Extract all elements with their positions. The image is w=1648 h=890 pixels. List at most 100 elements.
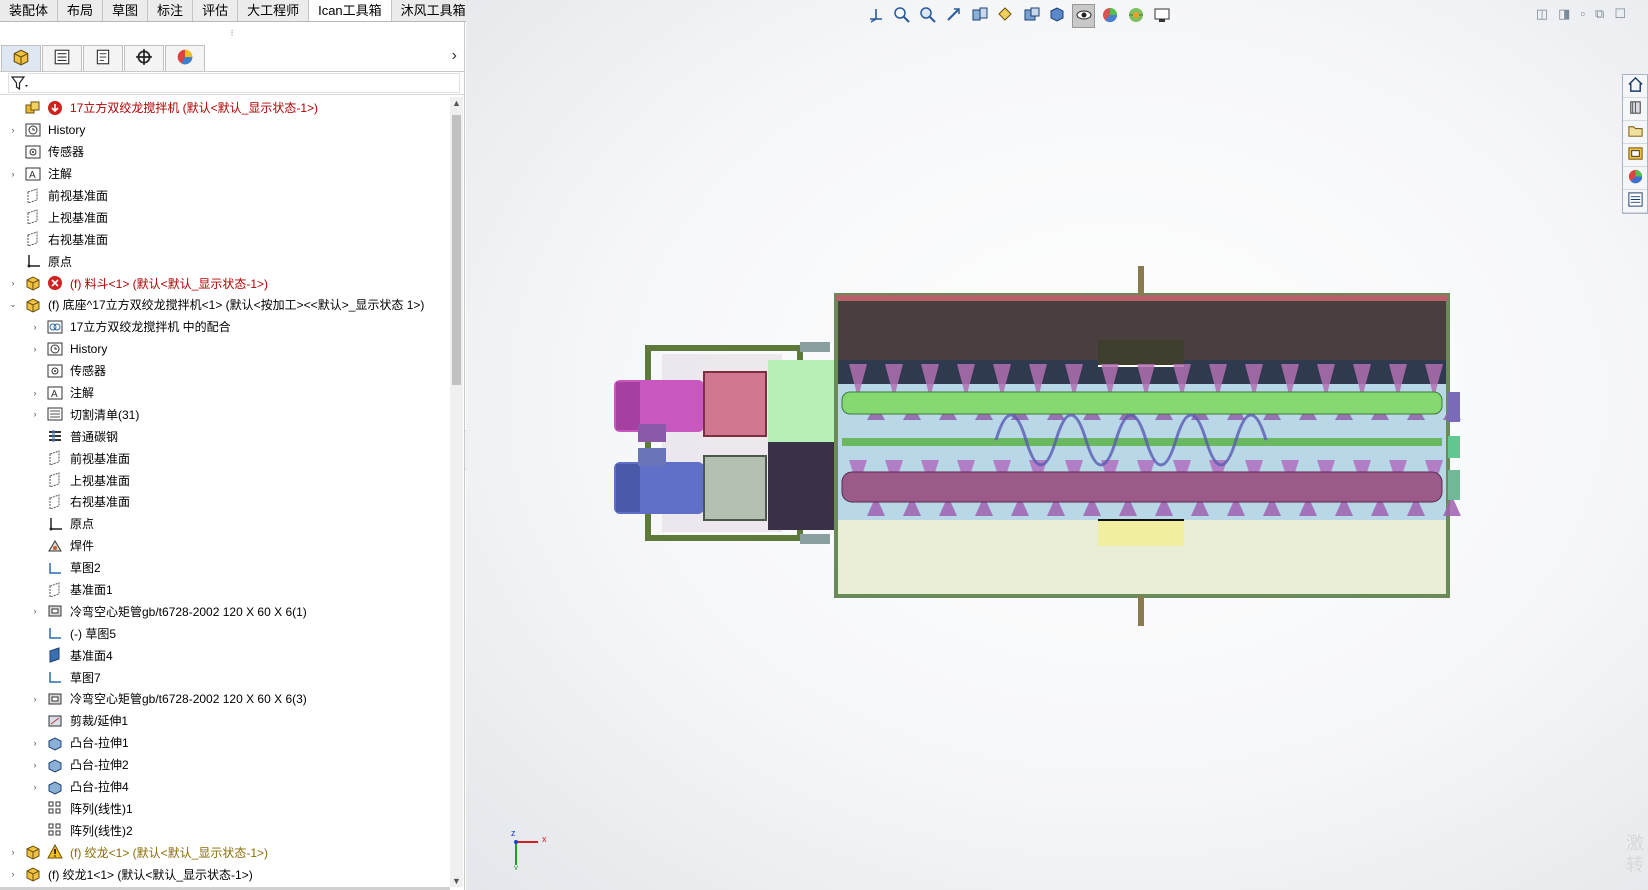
apply-scene-button[interactable] [1124,4,1147,28]
hide-show-items-button[interactable] [1072,4,1095,28]
command-tab[interactable]: 标注 [148,0,194,21]
tree-item[interactable]: › (f) 料斗<1> (默认<默认_显示状态-1>) [0,272,450,294]
appearances-tab[interactable] [1623,167,1647,190]
tree-item[interactable]: ⌄ (f) 底座^17立方双绞龙搅拌机<1> (默认<按加工><<默认>_显示状态… [0,294,450,316]
expand-arrow-icon[interactable]: › [30,388,40,398]
collapse-arrow-icon[interactable]: ⌄ [8,299,18,310]
property-manager-tab[interactable] [42,44,82,71]
dynamic-annotation-button[interactable] [994,4,1017,28]
tree-scrollbar[interactable]: ▲ ▼ [450,97,463,887]
command-tab[interactable]: Ican工具箱 [309,0,392,21]
scroll-up-arrow-icon[interactable]: ▲ [452,98,461,108]
expand-arrow-icon[interactable]: › [30,760,40,770]
expand-arrow-icon[interactable]: › [8,847,18,857]
tree-item[interactable]: › (f) 绞龙<1> (默认<默认_显示状态-1>) [0,841,450,863]
file-explorer-tab[interactable] [1623,121,1647,144]
filter-icon[interactable] [11,75,31,91]
viewport-window-control[interactable]: ☐ [1614,6,1626,22]
tree-item[interactable]: › A 注解 [0,163,450,185]
tree-item[interactable]: 基准面4 [0,644,450,666]
configuration-manager-tab[interactable] [83,44,123,71]
tree-item[interactable]: › 17立方双绞龙搅拌机 中的配合 [0,316,450,338]
expand-arrow-icon[interactable]: › [8,169,18,179]
tree-item[interactable]: › 冷弯空心矩管gb/t6728-2002 120 X 60 X 6(1) [0,600,450,622]
command-tab[interactable]: 评估 [193,0,239,21]
tree-item[interactable]: 草图7 [0,666,450,688]
warning-icon [46,843,64,861]
command-tab[interactable]: 布局 [58,0,104,21]
standard-views-triad-button[interactable] [864,4,887,28]
tree-item[interactable]: › History [0,338,450,360]
boss-extrude-icon [46,778,64,796]
tree-item[interactable]: › 凸台-拉伸2 [0,754,450,776]
tree-item[interactable]: 右视基准面 [0,491,450,513]
expand-arrow-icon[interactable]: › [30,782,40,792]
tree-item[interactable]: 阵列(线性)2 [0,819,450,841]
expand-arrow-icon[interactable]: › [8,125,18,135]
expand-arrow-icon[interactable]: › [30,606,40,616]
tree-item[interactable]: (-) 草图5 [0,622,450,644]
tree-item[interactable]: › A 注解 [0,382,450,404]
command-tab[interactable]: 沐风工具箱 [391,0,476,21]
upper-auger-shaft [841,391,1443,415]
tree-item[interactable]: › 冷弯空心矩管gb/t6728-2002 120 X 60 X 6(3) [0,688,450,710]
graphics-area[interactable]: ◫ ◨ ▫ ⧉ ☐ x z y 激转 [466,0,1648,890]
view-settings-button[interactable] [1150,4,1173,28]
tree-item[interactable]: 阵列(线性)1 [0,798,450,820]
tree-item[interactable]: 右视基准面 [0,228,450,250]
tree-item[interactable]: 原点 [0,250,450,272]
display-manager-tab[interactable] [165,44,205,71]
scroll-thumb[interactable] [452,115,461,385]
tree-item[interactable]: › 切割清单(31) [0,403,450,425]
tree-item[interactable]: 前视基准面 [0,447,450,469]
tree-item[interactable]: 上视基准面 [0,206,450,228]
display-style-button[interactable] [1046,4,1069,28]
home-tab[interactable] [1623,75,1647,98]
command-tab[interactable]: 草图 [103,0,149,21]
zoom-to-area-button[interactable] [916,4,939,28]
custom-properties-tab[interactable] [1623,190,1647,213]
viewport-window-control[interactable]: ◫ [1536,6,1548,22]
tree-item[interactable]: › 凸台-拉伸4 [0,776,450,798]
zoom-to-fit-button[interactable] [890,4,913,28]
viewport-window-control[interactable]: ◨ [1558,6,1570,22]
tree-item[interactable]: 上视基准面 [0,469,450,491]
tree-item[interactable]: 剪裁/延伸1 [0,710,450,732]
panel-grip[interactable]: ⁝ [0,22,464,44]
tree-item[interactable]: › 凸台-拉伸1 [0,732,450,754]
command-tab[interactable]: 大工程师 [238,0,310,21]
view-palette-tab[interactable] [1623,144,1647,167]
tree-item[interactable]: › (f) 绞龙1<1> (默认<默认_显示状态-1>) [0,863,450,885]
tree-item[interactable]: 前视基准面 [0,185,450,207]
viewport-window-control[interactable]: ▫ [1580,6,1585,22]
expand-arrow-icon[interactable]: › [30,738,40,748]
tree-item[interactable]: › History [0,119,450,141]
previous-view-button[interactable] [942,4,965,28]
expand-arrow-icon[interactable]: › [30,409,40,419]
feature-manager-tab[interactable] [1,44,41,71]
tree-item[interactable]: 17立方双绞龙搅拌机 (默认<默认_显示状态-1>) [0,97,450,119]
command-tab[interactable]: 装配体 [0,0,59,21]
tree-item[interactable]: 传感器 [0,141,450,163]
design-library-tab[interactable] [1623,98,1647,121]
expand-arrow-icon[interactable]: › [8,869,18,879]
scroll-down-arrow-icon[interactable]: ▼ [452,876,461,886]
tree-item[interactable]: 普通碳钢 [0,425,450,447]
tree-item[interactable]: 原点 [0,513,450,535]
section-view-button[interactable] [968,4,991,28]
viewport-window-control[interactable]: ⧉ [1595,6,1604,22]
edit-appearance-button[interactable] [1098,4,1121,28]
expand-arrow-icon[interactable]: › [30,694,40,704]
expand-arrow-icon[interactable]: › [30,322,40,332]
manager-expand-arrow-icon[interactable]: › [452,47,457,65]
tree-item[interactable]: 焊件 [0,535,450,557]
tree-item[interactable]: 草图2 [0,557,450,579]
expand-arrow-icon[interactable]: › [30,344,40,354]
tree-item[interactable]: 基准面1 [0,579,450,601]
expand-arrow-icon[interactable]: › [8,278,18,288]
view-orientation-button[interactable] [1020,4,1043,28]
dimxpert-tab[interactable] [124,44,164,71]
tree-item[interactable]: 传感器 [0,360,450,382]
filter-field[interactable] [8,73,460,93]
mixer-model-view[interactable] [466,0,1648,890]
